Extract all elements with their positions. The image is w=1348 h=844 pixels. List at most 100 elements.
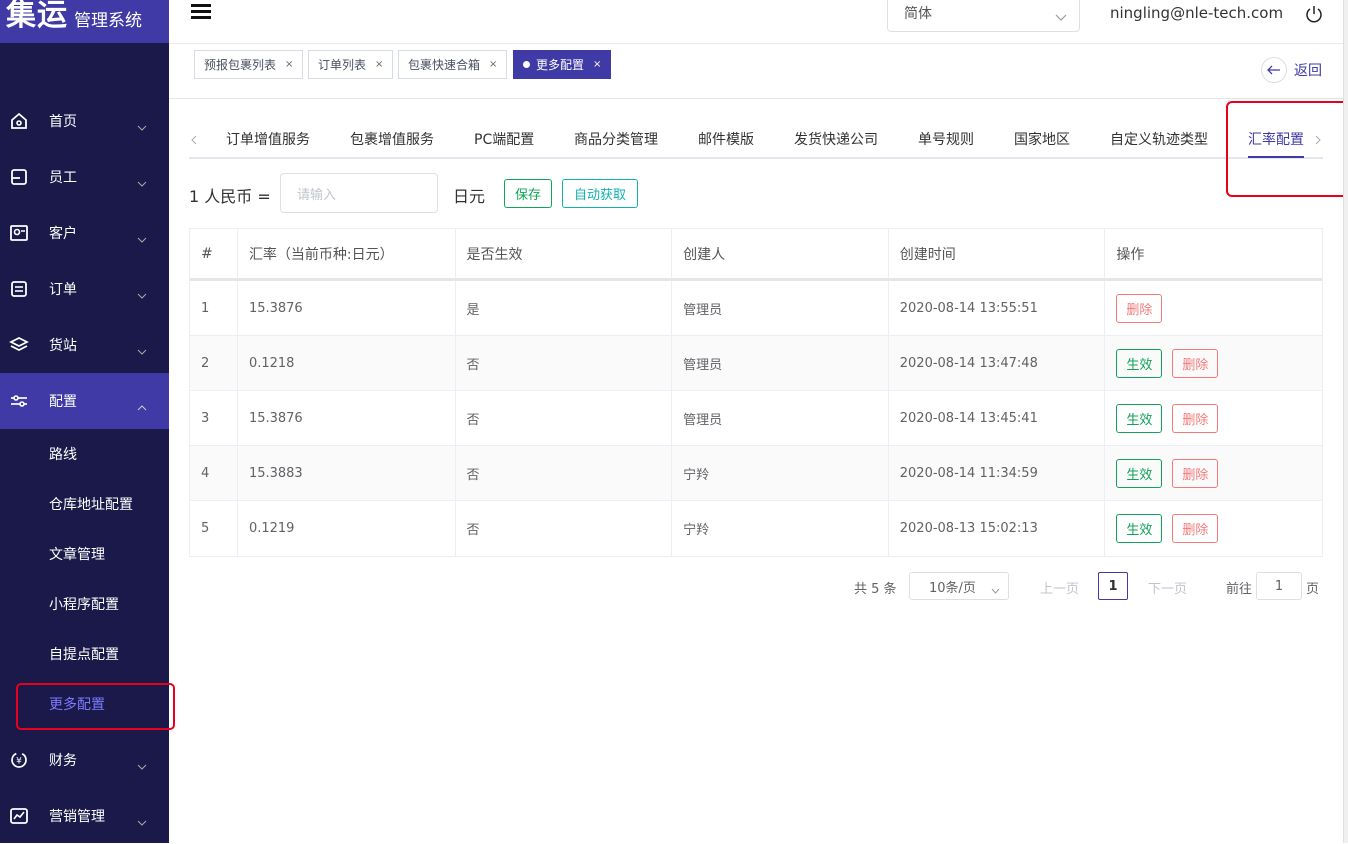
sidebar-subitem-route[interactable]: 路线 [0, 429, 169, 479]
page-size-select[interactable]: 10条/页 [909, 572, 1009, 600]
cell-index: 5 [190, 501, 238, 556]
tab-countries[interactable]: 国家地区 [1014, 129, 1070, 149]
cell-actions: 生效 删除 [1105, 336, 1322, 390]
top-header: 简体 ningling@nle-tech.com [169, 0, 1348, 44]
table-row: 5 0.1219 否 宁羚 2020-08-13 15:02:13 生效 删除 [190, 501, 1322, 556]
close-icon[interactable]: × [375, 59, 383, 70]
tag-order-list[interactable]: 订单列表 × [308, 50, 394, 79]
cell-created-time: 2020-08-14 11:34:59 [889, 446, 1106, 500]
cell-actions: 删除 [1105, 281, 1322, 335]
cell-index: 2 [190, 336, 238, 390]
cell-actions: 生效 删除 [1105, 501, 1322, 556]
tag-forecast-parcels[interactable]: 预报包裹列表 × [194, 50, 304, 79]
rate-input-placeholder: 请输入 [297, 187, 337, 203]
language-select-value: 简体 [904, 6, 932, 22]
tag-more-config[interactable]: 更多配置 × [513, 50, 612, 79]
next-page-button[interactable]: 下一页 [1148, 578, 1187, 597]
brand-subtitle: 管理系统 [74, 11, 142, 31]
prev-page-button[interactable]: 上一页 [1040, 578, 1079, 597]
order-icon [8, 278, 30, 300]
menu-toggle-icon[interactable] [191, 4, 211, 20]
table-row: 2 0.1218 否 管理员 2020-08-14 13:47:48 生效 删除 [190, 336, 1322, 391]
sidebar-item-order[interactable]: 订单 [0, 261, 169, 317]
user-email[interactable]: ningling@nle-tech.com [1110, 4, 1283, 22]
currency-unit-label: 日元 [453, 187, 486, 206]
sidebar-item-label: 员工 [49, 170, 77, 186]
sidebar-item-label: 营销管理 [49, 809, 105, 825]
finance-icon: ¥ [8, 749, 30, 771]
brand-logo: 集运 管理系统 [0, 0, 169, 43]
delete-button[interactable]: 删除 [1172, 403, 1219, 433]
sidebar-subitem-miniprogram[interactable]: 小程序配置 [0, 579, 169, 629]
column-header: 汇率（当前币种:日元） [238, 229, 456, 278]
cell-rate: 15.3876 [238, 391, 456, 445]
activate-button[interactable]: 生效 [1116, 403, 1163, 433]
close-icon[interactable]: × [285, 59, 293, 70]
power-icon[interactable] [1304, 4, 1324, 28]
cell-rate: 0.1218 [238, 336, 456, 390]
customer-icon [8, 222, 30, 244]
tag-label: 订单列表 [318, 58, 367, 72]
chevron-up-icon [137, 396, 147, 415]
sidebar-item-station[interactable]: 货站 [0, 317, 169, 373]
cell-created-time: 2020-08-14 13:47:48 [889, 336, 1106, 390]
cell-effective: 否 [456, 501, 673, 556]
activate-button[interactable]: 生效 [1116, 514, 1163, 543]
language-select[interactable]: 简体 [887, 0, 1080, 32]
close-icon[interactable]: × [593, 59, 601, 70]
table-row: 3 15.3876 否 管理员 2020-08-14 13:45:41 生效 删… [190, 391, 1322, 446]
sidebar-item-label: 客户 [49, 226, 77, 242]
sidebar-subitem-pickup-point[interactable]: 自提点配置 [0, 629, 169, 679]
sidebar-item-label: 货站 [49, 338, 77, 354]
auto-fetch-button[interactable]: 自动获取 [562, 179, 638, 208]
sidebar-item-config[interactable]: 配置 [0, 373, 169, 429]
tab-parcel-value-added[interactable]: 包裹增值服务 [350, 129, 434, 149]
tab-pc-config[interactable]: PC端配置 [474, 129, 534, 149]
svg-text:¥: ¥ [16, 757, 22, 767]
cell-creator: 宁羚 [672, 501, 889, 556]
back-label: 返回 [1294, 63, 1322, 79]
config-tabs: 订单增值服务 包裹增值服务 PC端配置 商品分类管理 邮件模版 发货快递公司 单… [189, 115, 1323, 159]
sidebar-item-customer[interactable]: 客户 [0, 205, 169, 261]
rate-label: 1 人民币 = [189, 187, 271, 206]
tab-email-templates[interactable]: 邮件模版 [698, 129, 754, 149]
back-button[interactable]: 返回 [1261, 57, 1322, 83]
arrow-left-icon [1261, 57, 1287, 83]
activate-button[interactable]: 生效 [1116, 458, 1163, 488]
close-icon[interactable]: × [489, 59, 497, 70]
table-header-row: # 汇率（当前币种:日元） 是否生效 创建人 创建时间 操作 [190, 229, 1322, 281]
rate-input[interactable]: 请输入 [280, 173, 438, 213]
settings-sliders-icon [8, 390, 30, 412]
column-header: 创建时间 [889, 229, 1106, 278]
chevron-left-icon[interactable] [190, 132, 198, 151]
delete-button[interactable]: 删除 [1116, 293, 1163, 323]
activate-button[interactable]: 生效 [1116, 348, 1163, 378]
cell-index: 3 [190, 391, 238, 445]
employee-icon [8, 166, 30, 188]
sidebar-item-home[interactable]: 首页 [0, 93, 169, 149]
pagination-total: 共 5 条 [854, 582, 897, 597]
tab-number-rules[interactable]: 单号规则 [918, 129, 974, 149]
home-icon [8, 110, 30, 132]
tab-order-value-added[interactable]: 订单增值服务 [226, 129, 310, 149]
marketing-chart-icon [8, 805, 30, 827]
sidebar-item-employee[interactable]: 员工 [0, 149, 169, 205]
save-button[interactable]: 保存 [504, 179, 552, 208]
sidebar-subitem-articles[interactable]: 文章管理 [0, 529, 169, 579]
delete-button[interactable]: 删除 [1172, 458, 1219, 488]
page-number-current[interactable]: 1 [1098, 572, 1128, 600]
cell-effective: 否 [456, 391, 673, 445]
tag-quick-consolidate[interactable]: 包裹快速合箱 × [398, 50, 508, 79]
delete-button[interactable]: 删除 [1172, 348, 1219, 378]
goto-page-input[interactable]: 1 [1256, 572, 1302, 600]
tab-custom-tracking[interactable]: 自定义轨迹类型 [1110, 129, 1208, 149]
tab-shipping-carriers[interactable]: 发货快递公司 [794, 129, 878, 149]
sidebar-item-marketing[interactable]: 营销管理 [0, 788, 169, 844]
tag-label: 更多配置 [536, 58, 585, 72]
cell-actions: 生效 删除 [1105, 446, 1322, 500]
cell-rate: 15.3876 [238, 281, 456, 335]
delete-button[interactable]: 删除 [1172, 514, 1219, 543]
sidebar-item-finance[interactable]: ¥ 财务 [0, 732, 169, 788]
sidebar-subitem-warehouse-address[interactable]: 仓库地址配置 [0, 479, 169, 529]
tab-category-management[interactable]: 商品分类管理 [574, 129, 658, 149]
